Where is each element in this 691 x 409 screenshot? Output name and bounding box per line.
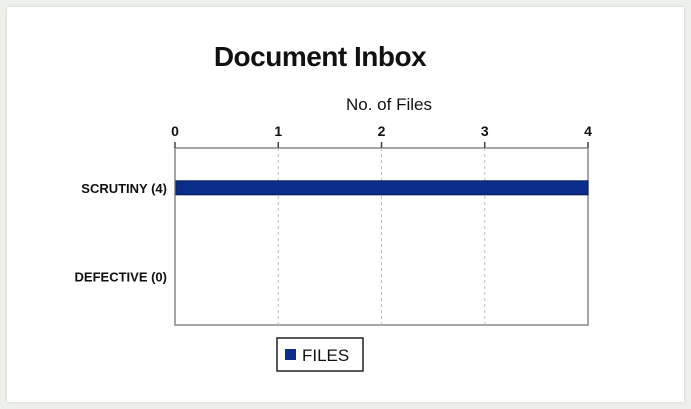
x-tick-label: 0 bbox=[171, 123, 179, 139]
bar-0 bbox=[175, 180, 589, 196]
category-label: SCRUTINY (4) bbox=[81, 181, 167, 196]
x-tick-label: 2 bbox=[378, 123, 386, 139]
legend-label: FILES bbox=[302, 346, 349, 365]
x-tick-label: 1 bbox=[274, 123, 282, 139]
x-axis-ticks: 0 1 2 3 4 bbox=[171, 123, 592, 148]
x-tick-label: 4 bbox=[584, 123, 592, 139]
category-labels: SCRUTINY (4) DEFECTIVE (0) bbox=[75, 181, 167, 285]
category-label: DEFECTIVE (0) bbox=[75, 269, 167, 284]
x-axis-label: No. of Files bbox=[346, 95, 432, 114]
chart: Document Inbox No. of Files 0 1 2 3 4 SCRUTI… bbox=[75, 41, 592, 372]
chart-title: Document Inbox bbox=[214, 41, 427, 72]
x-tick-label: 3 bbox=[481, 123, 489, 139]
legend: FILES bbox=[276, 337, 364, 372]
legend-swatch bbox=[285, 349, 296, 360]
bars bbox=[175, 180, 589, 196]
